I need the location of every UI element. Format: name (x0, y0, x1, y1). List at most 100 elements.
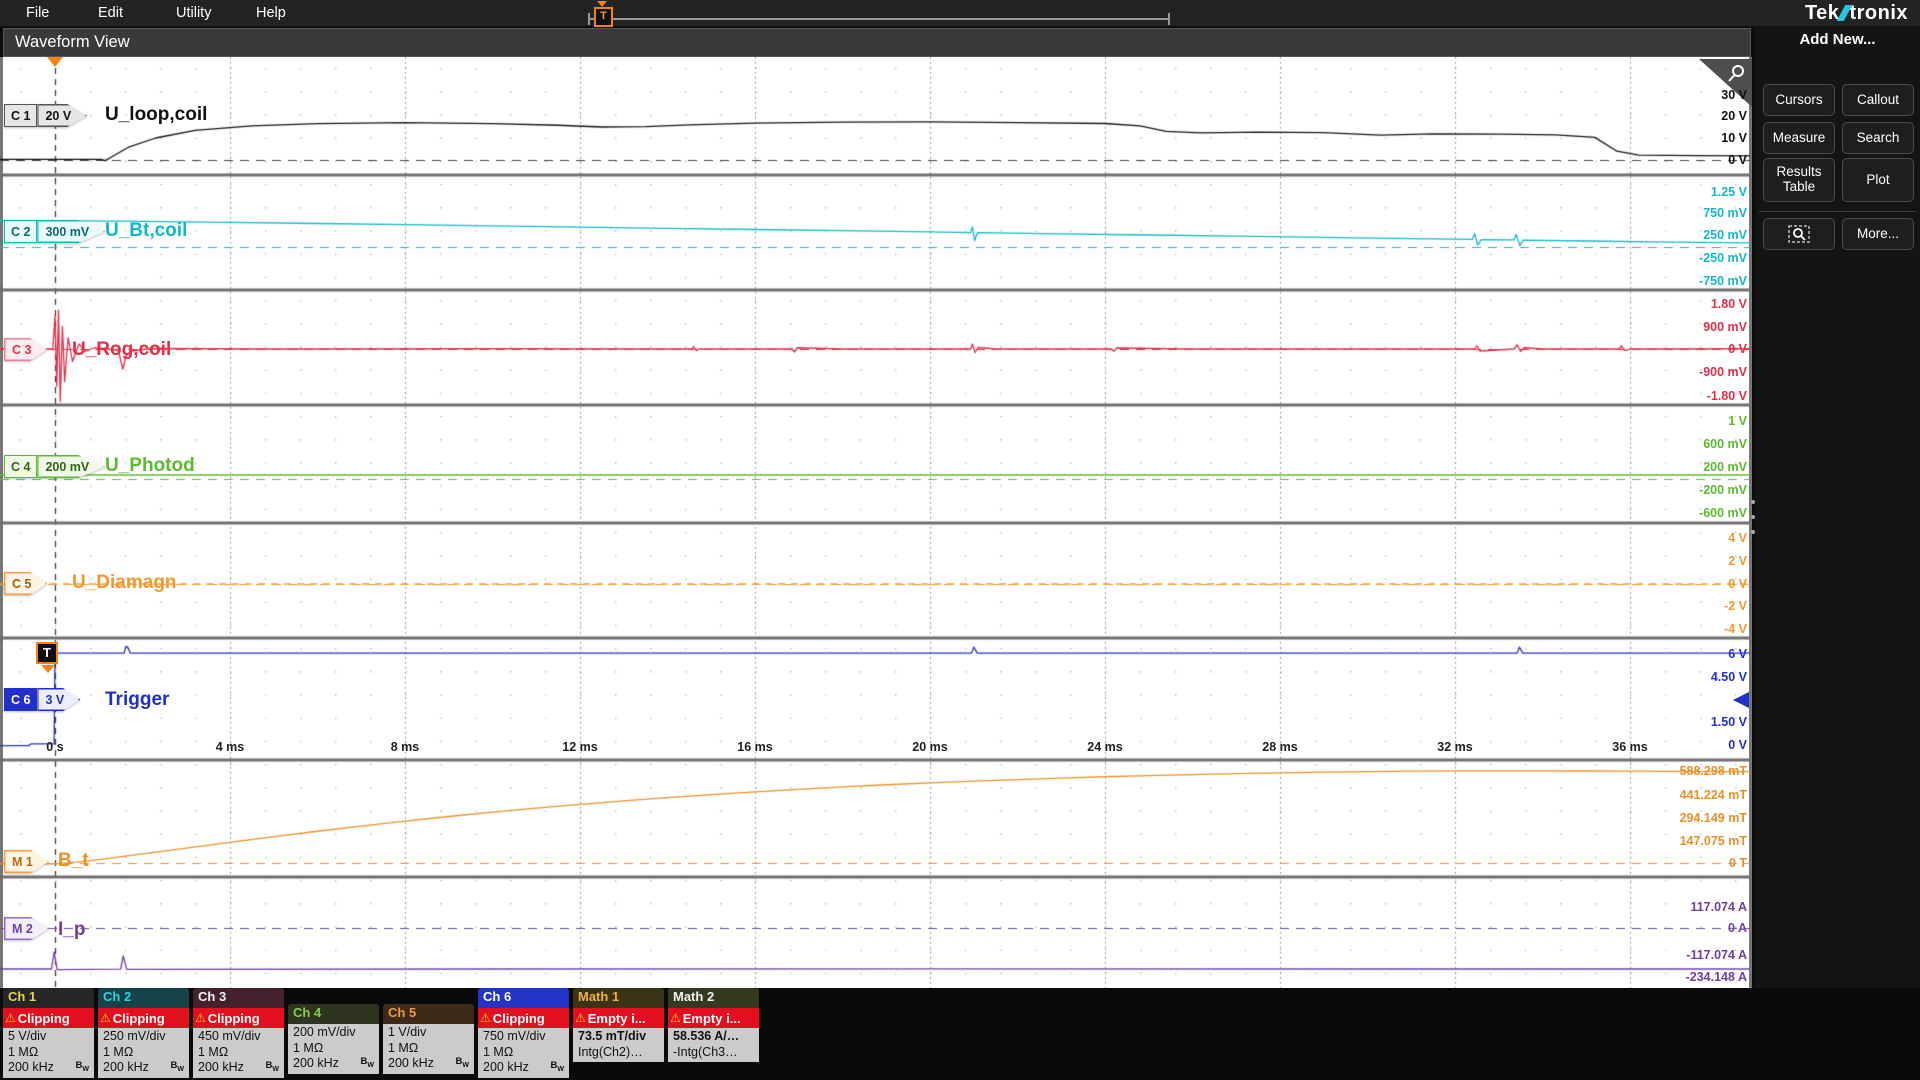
channel-badge-c3[interactable]: C 3 (4, 338, 47, 361)
axis-label-c4: -200 mV (1699, 483, 1747, 497)
strip-setting-row: 200 kHzBW (293, 1056, 375, 1072)
axis-label-c5: 4 V (1728, 531, 1747, 545)
time-axis-label: 4 ms (216, 740, 245, 754)
time-axis-label: 28 ms (1262, 740, 1297, 754)
strip-warning-text: Empty i... (588, 1011, 646, 1026)
axis-label-c2: 1.25 V (1711, 185, 1747, 199)
time-axis-label: 36 ms (1612, 740, 1647, 754)
axis-label-c3: 0 V (1728, 342, 1747, 356)
strip-warning-banner: ⚠Clipping (478, 1008, 569, 1028)
bandwidth-limit-icon: BW (551, 1058, 564, 1077)
channel-label-c4: U_Photod (105, 455, 195, 477)
axis-label-m1: 294.149 mT (1680, 811, 1747, 825)
strip-ch-4[interactable]: Ch 4200 mV/div1 MΩ200 kHzBW (288, 1004, 379, 1074)
trigger-level-arrow-icon[interactable] (1733, 692, 1749, 708)
axis-label-c1: 0 V (1728, 153, 1747, 167)
strip-body: 1 V/div1 MΩ200 kHzBW (383, 1024, 474, 1074)
trigger-position-marker-icon[interactable] (47, 57, 63, 67)
axis-label-c2: -250 mV (1699, 251, 1747, 265)
channel-badge-c1[interactable]: C 120 V (4, 104, 87, 127)
trigger-position-pin-icon[interactable]: T (594, 7, 613, 27)
strip-setting-row: 200 kHzBW (483, 1060, 565, 1076)
strip-setting-row: 58.536 A/… (673, 1029, 755, 1045)
search-button[interactable]: Search (1842, 122, 1914, 154)
warning-icon: ⚠ (575, 1011, 586, 1025)
strip-ch-5[interactable]: Ch 51 V/div1 MΩ200 kHzBW (383, 1004, 474, 1074)
channel-label-c5: U_Diamagn (72, 572, 177, 594)
axis-label-m2: 0 A (1728, 921, 1747, 935)
plot-button[interactable]: Plot (1842, 158, 1914, 202)
menu-item-file[interactable]: File (16, 0, 59, 26)
badge-part: M 1 (4, 850, 49, 873)
bandwidth-limit-icon: BW (361, 1054, 374, 1073)
menu-item-utility[interactable]: Utility (166, 0, 221, 26)
menu-item-help[interactable]: Help (246, 0, 296, 26)
strip-body: 5 V/div1 MΩ200 kHzBW (3, 1028, 94, 1078)
axis-label-c4: 1 V (1728, 414, 1747, 428)
axis-label-c4: 600 mV (1703, 437, 1747, 451)
bandwidth-limit-icon: BW (266, 1058, 279, 1077)
axis-label-c4: 200 mV (1703, 460, 1747, 474)
badge-part: 20 V (37, 104, 87, 127)
results-table-button[interactable]: Results Table (1763, 158, 1835, 202)
axis-label-m2: 117.074 A (1690, 900, 1747, 914)
strip-body: 58.536 A/…-Intg(Ch3… (668, 1028, 759, 1062)
waveform-canvas (0, 57, 1750, 988)
warning-icon: ⚠ (480, 1011, 491, 1025)
channel-badge-m2[interactable]: M 2 (4, 917, 49, 940)
strip-warning-banner: ⚠Empty i... (668, 1008, 759, 1028)
strip-setting-row: 750 mV/div (483, 1029, 565, 1045)
warning-icon: ⚠ (100, 1011, 111, 1025)
channel-badge-c6[interactable]: C 63 V (4, 688, 80, 711)
cursors-button[interactable]: Cursors (1763, 84, 1835, 116)
channel-badge-c4[interactable]: C 4200 mV (4, 455, 105, 478)
logo-part2: tronix (1849, 2, 1908, 25)
strip-ch-2[interactable]: Ch 2⚠Clipping250 mV/div1 MΩ200 kHzBW (98, 988, 189, 1078)
view-title: Waveform View (15, 33, 130, 52)
strip-setting-row: 5 V/div (8, 1029, 90, 1045)
warning-icon: ⚠ (670, 1011, 681, 1025)
zoom-select-button[interactable] (1763, 218, 1835, 250)
axis-label-c3: 900 mV (1703, 320, 1747, 334)
bandwidth-limit-icon: BW (456, 1054, 469, 1073)
strip-warning-banner: ⚠Clipping (193, 1008, 284, 1028)
channel-badge-c5[interactable]: C 5 (4, 572, 47, 595)
strip-ch-6[interactable]: Ch 6⚠Clipping750 mV/div1 MΩ200 kHzBW (478, 988, 569, 1078)
channel-badge-c2[interactable]: C 2300 mV (4, 220, 105, 243)
right-sidebar: Add New... CursorsCalloutMeasureSearchRe… (1755, 26, 1920, 988)
axis-label-c2: 750 mV (1703, 206, 1747, 220)
time-axis-label: 12 ms (562, 740, 597, 754)
channel-label-c2: U_Bt,coil (105, 220, 187, 242)
zoom-select-icon (1787, 224, 1811, 244)
channel-label-c6: Trigger (105, 689, 169, 711)
axis-label-c1: 20 V (1721, 109, 1747, 123)
trigger-source-badge[interactable]: T (36, 642, 58, 664)
axis-label-m2: -117.074 A (1686, 948, 1747, 962)
strip-warning-banner: ⚠Clipping (3, 1008, 94, 1028)
bandwidth-limit-icon: BW (76, 1058, 89, 1077)
callout-button[interactable]: Callout (1842, 84, 1914, 116)
strip-ch-3[interactable]: Ch 3⚠Clipping450 mV/div1 MΩ200 kHzBW (193, 988, 284, 1078)
strip-body: 73.5 mT/divIntg(Ch2)… (573, 1028, 664, 1062)
strip-body: 200 mV/div1 MΩ200 kHzBW (288, 1024, 379, 1074)
strip-setting-row: 1 V/div (388, 1025, 470, 1041)
strip-header: Math 2 (668, 988, 759, 1008)
badge-part: C 3 (4, 338, 47, 361)
axis-label-m1: 147.075 mT (1680, 834, 1747, 848)
axis-label-c3: -900 mV (1699, 365, 1747, 379)
axis-label-c2: 250 mV (1703, 228, 1747, 242)
horizontal-position-track[interactable] (588, 13, 1170, 25)
measure-button[interactable]: Measure (1763, 122, 1835, 154)
strip-setting-row: 200 kHzBW (8, 1060, 90, 1076)
badge-part: M 2 (4, 917, 49, 940)
channel-badge-m1[interactable]: M 1 (4, 850, 49, 873)
strip-math-1[interactable]: Math 1⚠Empty i...73.5 mT/divIntg(Ch2)… (573, 988, 664, 1062)
strip-ch-1[interactable]: Ch 1⚠Clipping5 V/div1 MΩ200 kHzBW (3, 988, 94, 1078)
add-new-heading: Add New... (1755, 26, 1920, 48)
menu-item-edit[interactable]: Edit (88, 0, 133, 26)
strip-setting-row: 250 mV/div (103, 1029, 185, 1045)
strip-warning-text: Clipping (113, 1011, 165, 1026)
strip-math-2[interactable]: Math 2⚠Empty i...58.536 A/…-Intg(Ch3… (668, 988, 759, 1062)
axis-label-c5: -2 V (1724, 599, 1747, 613)
more-button[interactable]: More... (1842, 218, 1914, 250)
